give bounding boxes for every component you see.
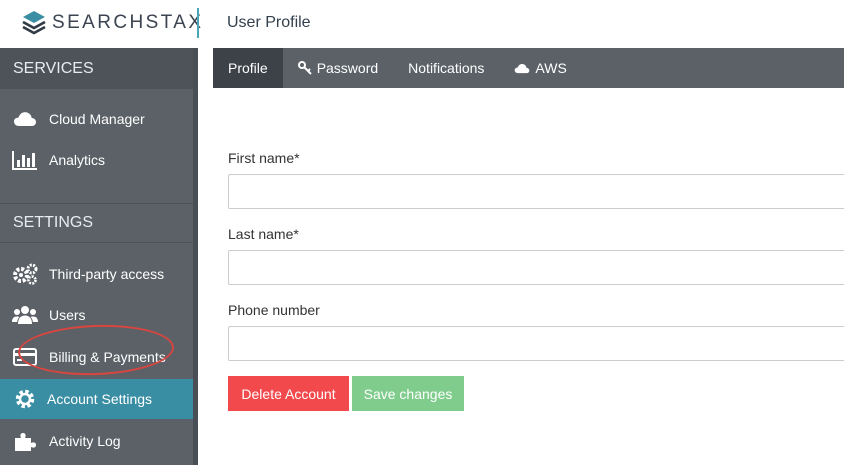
sidebar-item-label: Analytics (49, 152, 106, 168)
services-header: SERVICES (0, 48, 193, 89)
users-icon (12, 305, 38, 325)
logo-text: SEARCHSTAX (52, 12, 204, 33)
tab-profile[interactable]: Profile (213, 48, 283, 88)
header-divider (197, 8, 199, 38)
tab-aws[interactable]: AWS (499, 48, 581, 88)
gears-icon (12, 263, 38, 285)
sidebar-item-label: Third-party access (49, 266, 165, 282)
tab-label: Notifications (408, 60, 485, 76)
settings-header: SETTINGS (0, 203, 193, 243)
sidebar-item-account-settings[interactable]: Account Settings (0, 379, 209, 425)
sidebar-item-analytics[interactable]: Analytics (0, 140, 193, 180)
phone-number-label: Phone number (228, 302, 320, 318)
cloud-icon (514, 63, 530, 74)
sidebar-item-cloud-manager[interactable]: Cloud Manager (0, 99, 193, 139)
cloud-icon (12, 111, 38, 127)
profile-form: First name* Last name* Phone number Dele… (198, 88, 844, 465)
tab-label: AWS (535, 60, 567, 76)
searchstax-logo[interactable]: SEARCHSTAX (22, 9, 203, 37)
last-name-label: Last name* (228, 226, 299, 242)
top-bar: SEARCHSTAX User Profile (0, 0, 844, 48)
save-changes-button[interactable]: Save changes (352, 376, 464, 411)
searchstax-logo-icon (22, 11, 46, 35)
tab-notifications[interactable]: Notifications (393, 48, 499, 88)
key-icon (297, 61, 312, 75)
puzzle-icon (12, 430, 38, 452)
first-name-label: First name* (228, 150, 300, 166)
sidebar-item-label: Account Settings (47, 391, 153, 407)
sidebar-item-third-party-access[interactable]: Third-party access (0, 254, 193, 294)
first-name-field[interactable] (228, 174, 844, 209)
delete-account-button[interactable]: Delete Account (228, 376, 349, 411)
page-title: User Profile (227, 14, 311, 31)
sidebar-item-label: Cloud Manager (49, 111, 145, 127)
tab-bar: Profile Password Notifications AWS (213, 48, 844, 88)
tab-password[interactable]: Password (283, 48, 393, 88)
sidebar: SERVICES Cloud Manager Analytics SETTING… (0, 48, 209, 465)
tab-label: Profile (228, 60, 268, 76)
gear-icon (12, 388, 38, 410)
tab-label: Password (316, 60, 379, 76)
sidebar-item-activity-log[interactable]: Activity Log (0, 421, 193, 461)
phone-number-field[interactable] (228, 326, 844, 361)
last-name-field[interactable] (228, 250, 844, 285)
sidebar-item-label: Users (49, 307, 86, 323)
sidebar-item-label: Activity Log (49, 433, 121, 449)
bar-chart-icon (12, 150, 38, 170)
